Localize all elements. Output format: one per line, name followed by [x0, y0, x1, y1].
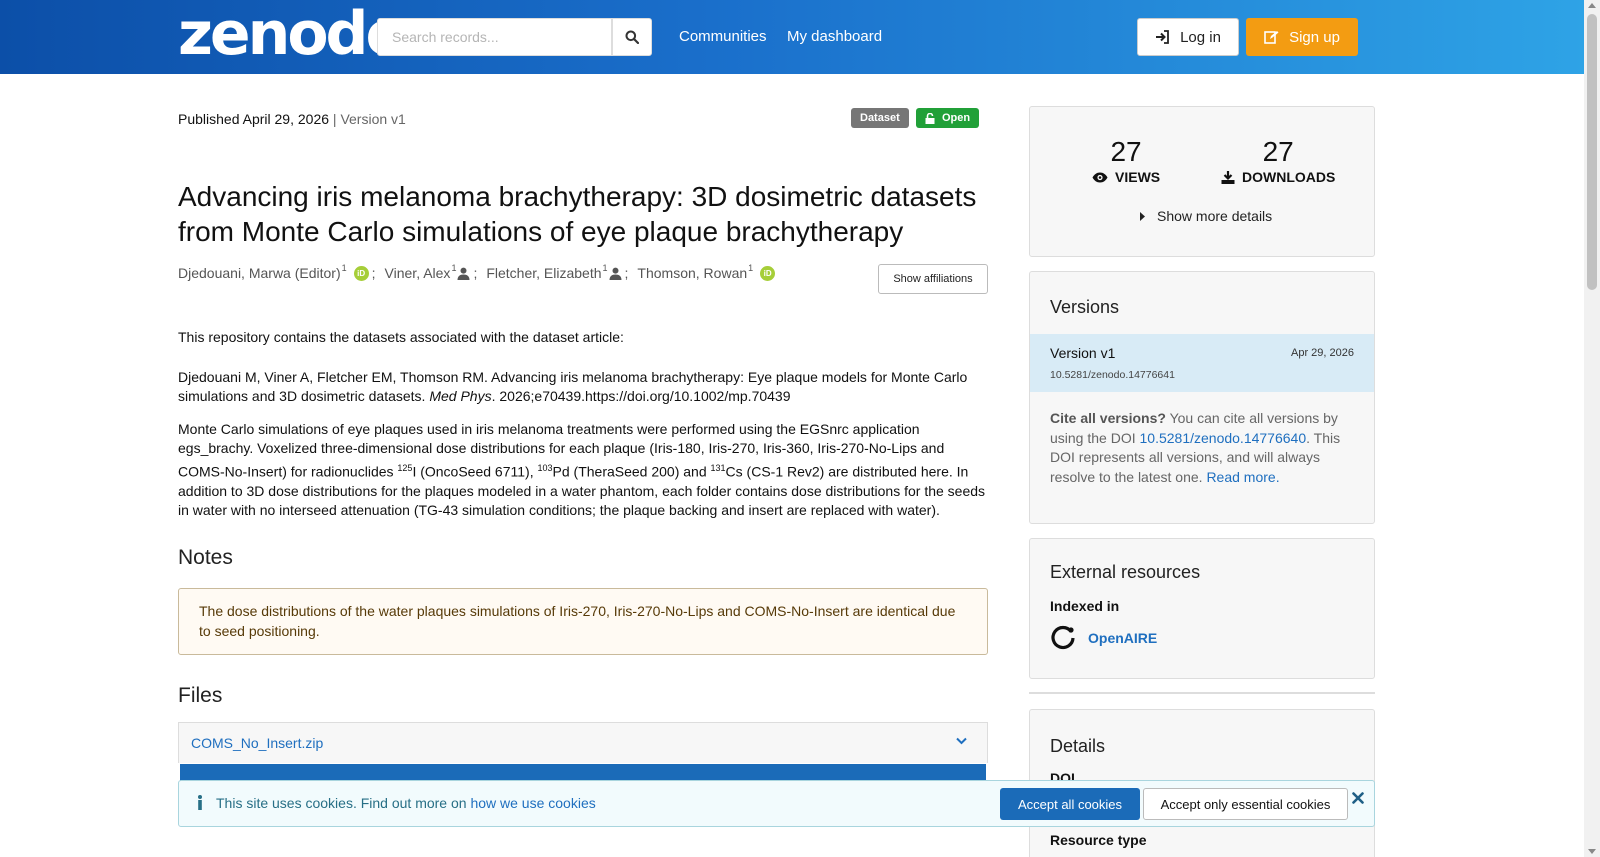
- version-text: | Version v1: [332, 111, 406, 127]
- views-label: VIEWS: [1115, 169, 1161, 185]
- downloads-count: 27: [1262, 136, 1294, 167]
- version-name: Version v1: [1050, 345, 1116, 361]
- search-input[interactable]: [377, 18, 612, 56]
- version-item-active[interactable]: Version v1 Apr 29, 2026 10.5281/zenodo.1…: [1030, 334, 1374, 392]
- person-icon: [457, 267, 470, 280]
- download-icon: [1221, 170, 1235, 184]
- versions-heading: Versions: [1050, 297, 1120, 317]
- resource-type-label: Resource type: [1050, 832, 1147, 848]
- resource-type-label: Dataset: [860, 112, 900, 124]
- journal-name: Med Phys: [429, 388, 492, 404]
- creator-name: Djedouani, Marwa (Editor): [178, 265, 341, 281]
- cite-all-versions: Cite all versions? You can cite all vers…: [1050, 410, 1341, 485]
- zenodo-logo[interactable]: zenodo: [178, 4, 407, 64]
- info-icon: [198, 795, 202, 810]
- login-label: Log in: [1180, 28, 1221, 46]
- version-date: Apr 29, 2026: [1291, 347, 1354, 359]
- views-count: 27: [1110, 136, 1142, 167]
- sidebar-divider: [1029, 692, 1375, 694]
- orcid-icon[interactable]: iD: [760, 265, 776, 281]
- published-date: April 29, 2026: [242, 111, 330, 127]
- external-resources-heading: External resources: [1050, 562, 1201, 582]
- stats-card: 27 VIEWS 27 DOWNLOADS Show more details: [1029, 106, 1375, 257]
- caret-right-icon: [1140, 211, 1145, 221]
- accept-essential-cookies-button[interactable]: Accept only essential cookies: [1143, 788, 1348, 820]
- unlock-icon: [925, 112, 935, 124]
- concept-doi-link[interactable]: 10.5281/zenodo.14776640: [1140, 430, 1307, 446]
- versions-card: Versions Version v1 Apr 29, 2026 10.5281…: [1029, 271, 1375, 524]
- scrollbar-thumb[interactable]: [1587, 14, 1597, 290]
- creator-name: Viner, Alex: [384, 265, 451, 281]
- creators-list: Djedouani, Marwa (Editor) 1 iD ; Viner, A…: [178, 263, 776, 281]
- views-stat: 27 VIEWS: [1092, 137, 1160, 185]
- indexed-in-label: Indexed in: [1050, 598, 1120, 614]
- nav-communities[interactable]: Communities: [679, 28, 767, 45]
- publication-info: Published April 29, 2026 | Version v1: [178, 111, 406, 127]
- notes-heading: Notes: [178, 546, 233, 569]
- creator-thomson[interactable]: Thomson, Rowan 1 iD: [637, 263, 776, 281]
- openaire-link[interactable]: OpenAIRE: [1050, 625, 1157, 651]
- orcid-icon[interactable]: iD: [353, 265, 369, 281]
- eye-icon: [1092, 172, 1108, 182]
- show-more-label: Show more details: [1157, 208, 1273, 224]
- details-heading: Details: [1050, 736, 1106, 756]
- top-navbar: zenodo Communities My dashboard Log in S…: [0, 0, 1584, 74]
- signup-button[interactable]: Sign up: [1246, 18, 1358, 56]
- access-label: Open: [942, 112, 971, 124]
- files-heading: Files: [178, 684, 223, 707]
- close-icon[interactable]: [1352, 792, 1364, 804]
- chevron-down-icon[interactable]: [956, 737, 967, 745]
- creator-name: Thomson, Rowan: [637, 265, 748, 281]
- affiliation-number: 1: [602, 263, 608, 273]
- downloads-label: DOWNLOADS: [1242, 169, 1336, 185]
- edit-icon: [1264, 31, 1279, 44]
- creator-name: Fletcher, Elizabeth: [486, 265, 602, 281]
- version-doi: 10.5281/zenodo.14776641: [1050, 369, 1175, 381]
- description-body: Monte Carlo simulations of eye plaques u…: [178, 420, 986, 519]
- file-accordion[interactable]: COMS_No_Insert.zip: [178, 722, 988, 763]
- downloads-stat: 27 DOWNLOADS: [1221, 137, 1335, 185]
- resource-type-badge: Dataset: [851, 108, 909, 128]
- search-bar: [377, 18, 652, 56]
- cookie-policy-link[interactable]: how we use cookies: [470, 795, 595, 811]
- record-description: This repository contains the datasets as…: [178, 328, 988, 534]
- external-resources-card: External resources Indexed in OpenAIRE: [1029, 538, 1375, 679]
- openaire-label: OpenAIRE: [1088, 630, 1158, 646]
- page-scrollbar[interactable]: [1584, 0, 1600, 857]
- read-more-link[interactable]: Read more.: [1206, 469, 1279, 485]
- search-button[interactable]: [612, 18, 652, 56]
- login-button[interactable]: Log in: [1137, 18, 1239, 56]
- signup-label: Sign up: [1289, 28, 1340, 46]
- sign-in-icon: [1156, 30, 1169, 44]
- description-citation: Djedouani M, Viner A, Fletcher EM, Thoms…: [178, 368, 968, 405]
- show-affiliations-button[interactable]: Show affiliations: [878, 264, 988, 294]
- search-icon: [625, 30, 639, 44]
- creator-djedouani[interactable]: Djedouani, Marwa (Editor) 1 iD: [178, 263, 369, 281]
- description-intro: This repository contains the datasets as…: [178, 329, 624, 345]
- notes-box: The dose distributions of the water plaq…: [178, 588, 988, 655]
- affiliation-number: 1: [451, 263, 457, 273]
- scroll-up-icon[interactable]: [1588, 3, 1596, 8]
- affiliation-number: 1: [341, 263, 347, 273]
- record-title: Advancing iris melanoma brachytherapy: 3…: [178, 181, 977, 247]
- accept-all-cookies-button[interactable]: Accept all cookies: [1000, 788, 1140, 820]
- cookie-banner: This site uses cookies. Find out more on…: [178, 780, 1375, 827]
- scroll-down-icon[interactable]: [1588, 849, 1596, 854]
- show-more-details-toggle[interactable]: Show more details: [1140, 208, 1272, 224]
- person-icon: [609, 267, 622, 280]
- cookie-message: This site uses cookies. Find out more on…: [216, 795, 596, 811]
- creator-viner[interactable]: Viner, Alex 1: [384, 263, 471, 281]
- affiliation-number: 1: [748, 263, 754, 273]
- file-name-link[interactable]: COMS_No_Insert.zip: [191, 735, 323, 751]
- nav-my-dashboard[interactable]: My dashboard: [787, 28, 882, 45]
- creator-fletcher[interactable]: Fletcher, Elizabeth 1: [486, 263, 622, 281]
- access-badge: Open: [916, 108, 980, 128]
- published-prefix: Published: [178, 111, 240, 127]
- openaire-icon: [1051, 625, 1075, 650]
